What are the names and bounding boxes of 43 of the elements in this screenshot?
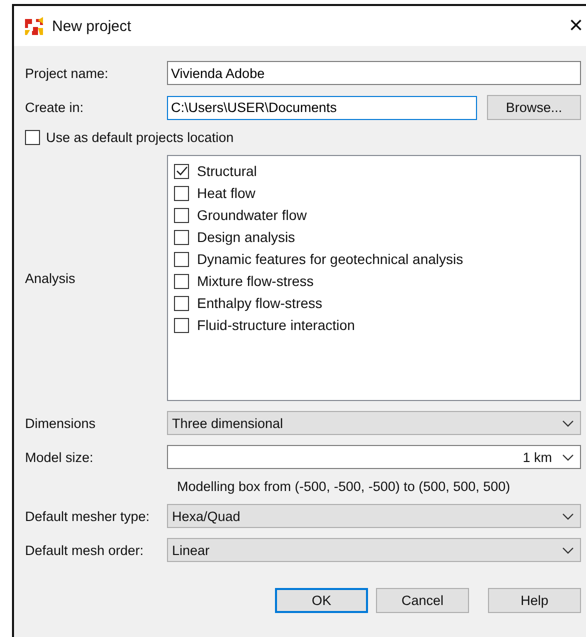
checkbox-label: Fluid-structure interaction: [197, 317, 355, 333]
chevron-icon: [562, 546, 574, 554]
chevron-icon: [562, 454, 574, 460]
browse-button[interactable]: Browse...: [487, 95, 581, 120]
checkbox-label: Mixture flow-stress: [197, 273, 314, 289]
window-title: New project: [52, 18, 132, 34]
field-label: Dimensions: [25, 416, 97, 430]
checkbox[interactable]: [174, 252, 189, 266]
model-size-dropdown[interactable]: 1 km: [167, 445, 581, 469]
field-label: Default mesh order:: [25, 542, 145, 558]
checkbox[interactable]: [174, 164, 189, 178]
chevron-icon: [562, 512, 574, 520]
chevron-icon: [562, 420, 574, 426]
field-label: Model size:: [25, 450, 94, 464]
checkbox-label: Structural: [197, 163, 257, 179]
checkbox[interactable]: [174, 186, 189, 200]
checkbox-label: Enthalpy flow-stress: [197, 295, 322, 311]
field-label: Project name:: [25, 66, 110, 80]
mesh-order-dropdown[interactable]: Linear: [167, 538, 581, 562]
checkbox[interactable]: [174, 318, 189, 332]
app-logo-icon: [24, 16, 44, 36]
dialog-button[interactable]: Cancel: [376, 588, 469, 613]
checkbox-label: Dynamic features for geotechnical analysis: [197, 251, 464, 267]
checkbox-label: Design analysis: [197, 229, 296, 245]
field-label: Analysis: [25, 270, 76, 286]
project-name-field[interactable]: Vivienda Adobe: [167, 61, 581, 85]
checkbox[interactable]: [174, 274, 189, 288]
mesher-type-dropdown[interactable]: Hexa/Quad: [167, 504, 581, 528]
field-label: Create in:: [25, 100, 85, 115]
checkbox[interactable]: [174, 208, 189, 222]
checkbox-label: Use as default projects location: [46, 130, 234, 145]
location-field[interactable]: C:\Users\USER\Documents: [167, 96, 477, 120]
checkbox[interactable]: [25, 130, 40, 145]
checkbox[interactable]: [174, 296, 189, 310]
checkbox-label: Heat flow: [197, 185, 256, 201]
checkbox-label: Groundwater flow: [197, 207, 307, 223]
close-button[interactable]: ×: [568, 14, 583, 38]
dimensions-dropdown[interactable]: Three dimensional: [167, 411, 581, 435]
modelling-box-note: Modelling box from (-500, -500, -500) to (500, 500, 500): [177, 479, 512, 494]
field-label: Default mesher type:: [25, 508, 151, 524]
dialog-button[interactable]: OK: [275, 588, 368, 613]
checkbox[interactable]: [174, 230, 189, 244]
dialog-button[interactable]: Help: [488, 588, 581, 613]
